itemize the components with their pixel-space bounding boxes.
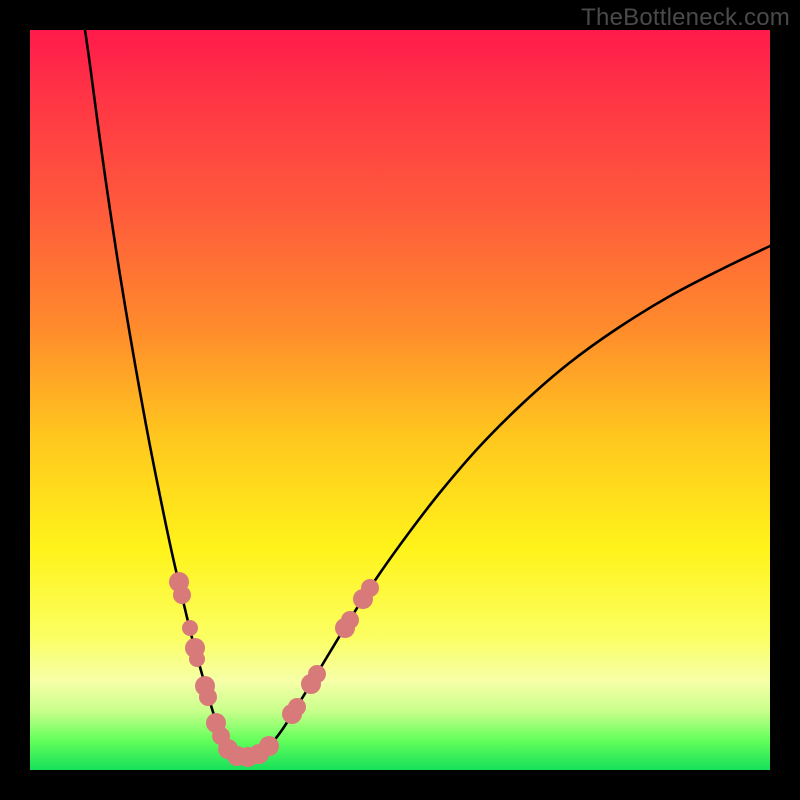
- chart-plot-area: [30, 30, 770, 770]
- curve-marker: [288, 698, 306, 716]
- curve-marker: [308, 665, 326, 683]
- curve-marker: [173, 586, 191, 604]
- curve-marker: [341, 611, 359, 629]
- curve-marker: [189, 651, 205, 667]
- curve-marker: [182, 620, 198, 636]
- chart-svg-layer: [30, 30, 770, 770]
- chart-frame: TheBottleneck.com: [0, 0, 800, 800]
- curve-marker: [199, 688, 217, 706]
- watermark-label: TheBottleneck.com: [581, 4, 790, 32]
- curve-marker: [361, 579, 379, 597]
- curve-marker: [259, 736, 279, 756]
